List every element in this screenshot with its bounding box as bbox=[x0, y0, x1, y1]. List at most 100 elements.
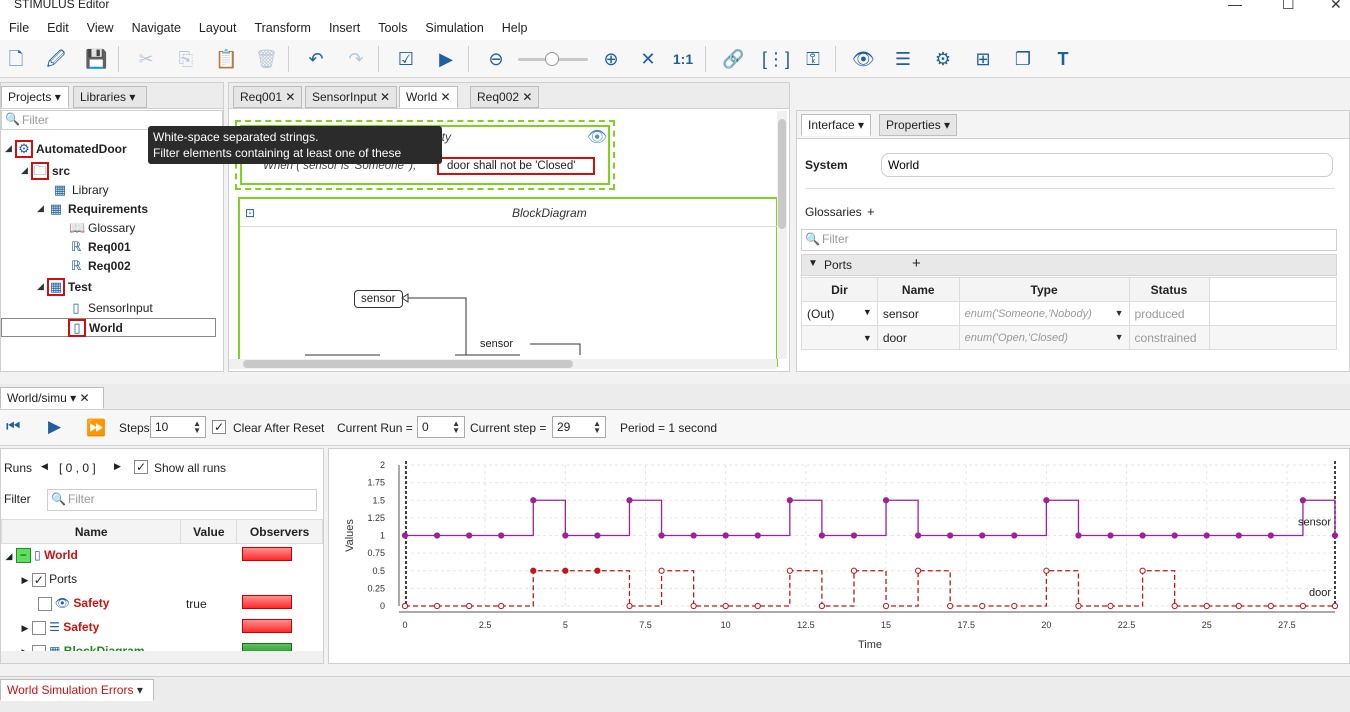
eye-icon: 👁 bbox=[587, 129, 608, 146]
editor-hscroll[interactable] bbox=[229, 359, 777, 369]
menu-file[interactable]: File bbox=[0, 21, 38, 35]
col-name[interactable]: Name bbox=[0, 519, 182, 544]
menu-transform[interactable]: Transform bbox=[245, 21, 320, 35]
tree-item-library[interactable]: ▦ Library bbox=[53, 180, 109, 199]
tree-item-automateddoor[interactable]: ◢ ⚙ AutomatedDoor bbox=[5, 139, 127, 158]
save-icon[interactable]: 💾 bbox=[85, 48, 107, 70]
list-icon[interactable]: ☰ bbox=[892, 48, 914, 70]
copy-icon[interactable]: ⎘ bbox=[175, 48, 197, 70]
tree-item-sensorinput[interactable]: ▯ SensorInput bbox=[69, 298, 152, 317]
next-run-icon[interactable]: ▶ bbox=[114, 461, 121, 472]
add-glossary-icon[interactable]: + bbox=[867, 204, 875, 219]
cut-icon[interactable]: ✂ bbox=[135, 48, 157, 70]
add-port-icon[interactable]: + bbox=[912, 255, 921, 272]
text-icon[interactable]: T bbox=[1052, 48, 1074, 70]
table-row[interactable]: ▼ door enum('Open,'Closed) ▼ constrained bbox=[801, 325, 1337, 350]
interface-filter-input[interactable]: 🔍 Filter bbox=[801, 229, 1337, 251]
tree-item-test[interactable]: ◢ ▦ Test bbox=[37, 277, 92, 296]
menu-edit[interactable]: Edit bbox=[38, 21, 78, 35]
tab-req001[interactable]: Req001 ✕ bbox=[233, 86, 303, 108]
zoom-slider-handle[interactable] bbox=[545, 52, 559, 66]
zoom-reset-button[interactable]: 1:1 bbox=[672, 48, 694, 70]
data-point bbox=[754, 602, 761, 610]
link-icon[interactable]: 🔗 bbox=[722, 48, 744, 70]
graph-icon[interactable]: ⚙ bbox=[932, 48, 954, 70]
tab-properties[interactable]: Properties ▾ bbox=[879, 114, 958, 136]
tree-item-req001[interactable]: ℝ Req001 bbox=[69, 237, 131, 256]
play-icon[interactable]: ▶ bbox=[48, 417, 61, 437]
fit-icon[interactable]: ✕ bbox=[637, 48, 659, 70]
tab-projects[interactable]: Projects ▾ bbox=[1, 86, 69, 108]
zoom-out-icon[interactable]: ⊖ bbox=[485, 48, 507, 70]
menu-help[interactable]: Help bbox=[493, 21, 537, 35]
step-forward-icon[interactable]: ⏩ bbox=[86, 418, 106, 438]
current-step-input[interactable]: 29 ▲ ▼ bbox=[552, 416, 606, 438]
tab-req002[interactable]: Req002 ✕ bbox=[470, 86, 540, 108]
tab-libraries[interactable]: Libraries ▾ bbox=[73, 86, 147, 108]
tree-item-req002[interactable]: ℝ Req002 bbox=[69, 256, 131, 275]
block-diagram[interactable]: ⊡ BlockDiagram sensor sensor bbox=[238, 197, 778, 367]
reset-icon[interactable]: ⏮ bbox=[6, 418, 20, 436]
col-value[interactable]: Value bbox=[180, 519, 238, 544]
redo-icon[interactable]: ↷ bbox=[345, 48, 367, 70]
tab-world-simulation-errors[interactable]: World Simulation Errors ▾ bbox=[0, 679, 154, 701]
table-row[interactable]: 👁 Safety true bbox=[2, 592, 323, 616]
data-point bbox=[754, 532, 761, 539]
undo-icon[interactable]: ↶ bbox=[305, 48, 327, 70]
col-observers[interactable]: Observers bbox=[236, 519, 323, 544]
close-icon[interactable]: ✕ bbox=[1330, 0, 1342, 13]
tree-item-src[interactable]: ◢ 🗀 src bbox=[21, 161, 70, 180]
paste-icon[interactable]: 📋 bbox=[215, 48, 237, 70]
eye-icon[interactable]: 👁 bbox=[852, 48, 875, 70]
bracket-icon[interactable]: [⋮] bbox=[762, 48, 790, 70]
sim-controls: ⏮ ▶ ⏩ Steps 10 ▲ ▼ ✓ Clear After Reset Cur… bbox=[0, 410, 1350, 446]
table-row[interactable]: ▶ ☰ Safety bbox=[2, 616, 323, 640]
steps-input[interactable]: 10 ▲ ▼ bbox=[150, 416, 206, 438]
minimize-icon[interactable]: — bbox=[1228, 0, 1242, 12]
delete-icon[interactable]: 🗑 bbox=[255, 48, 278, 70]
maximize-icon[interactable]: ☐ bbox=[1282, 0, 1295, 13]
col-dir[interactable]: Dir bbox=[801, 277, 878, 302]
menu-tools[interactable]: Tools bbox=[369, 21, 416, 35]
data-point bbox=[850, 532, 858, 539]
copy-block-icon[interactable]: ❐ bbox=[1012, 48, 1034, 70]
tab-sensorinput[interactable]: SensorInput ✕ bbox=[305, 86, 398, 108]
current-run-input[interactable]: 0 ▲ ▼ bbox=[417, 416, 465, 438]
col-type[interactable]: Type bbox=[958, 277, 1130, 302]
table-row[interactable]: ▶ ✓ Ports bbox=[2, 568, 323, 592]
open-icon[interactable]: 🖉 bbox=[45, 48, 67, 70]
runs-hscroll[interactable] bbox=[1, 651, 323, 663]
col-name[interactable]: Name bbox=[876, 277, 960, 302]
zoom-in-icon[interactable]: ⊕ bbox=[600, 48, 622, 70]
data-point bbox=[498, 532, 505, 539]
tree-item-requirements[interactable]: ◢ ▦ Requirements bbox=[37, 199, 148, 218]
tree-item-glossary[interactable]: 📖 Glossary bbox=[69, 218, 135, 237]
tab-interface[interactable]: Interface ▾ bbox=[801, 114, 872, 136]
clear-after-reset-checkbox[interactable]: ✓ bbox=[212, 420, 226, 434]
prev-run-icon[interactable]: ◀ bbox=[41, 461, 48, 472]
tab-world[interactable]: World ✕ bbox=[399, 86, 458, 108]
new-file-icon[interactable]: 🗋 bbox=[5, 48, 27, 70]
col-status[interactable]: Status bbox=[1128, 277, 1210, 302]
ports-section[interactable]: ▼ Ports + bbox=[801, 254, 1337, 276]
table-row[interactable]: ◢ − ▯ World bbox=[2, 544, 323, 568]
menu-view[interactable]: View bbox=[78, 21, 123, 35]
menu-layout[interactable]: Layout bbox=[190, 21, 246, 35]
key-icon[interactable]: ⚿ bbox=[802, 48, 824, 70]
tree-item-world[interactable]: ▯ World bbox=[1, 318, 216, 337]
runs-filter-input[interactable]: 🔍 Filter bbox=[47, 489, 317, 511]
system-input[interactable] bbox=[881, 153, 1333, 177]
menu-insert[interactable]: Insert bbox=[320, 21, 369, 35]
menu-simulation[interactable]: Simulation bbox=[416, 21, 492, 35]
editor-vscroll[interactable] bbox=[777, 111, 787, 359]
simulate-icon[interactable]: ▶ bbox=[435, 48, 457, 70]
menu-navigate[interactable]: Navigate bbox=[123, 21, 190, 35]
y-tick-label: 1.25 bbox=[367, 513, 385, 523]
check-icon[interactable]: ☑ bbox=[395, 48, 417, 70]
data-point bbox=[658, 567, 665, 574]
show-all-runs-checkbox[interactable]: ✓ bbox=[134, 460, 148, 474]
table-row[interactable]: (Out) ▼ sensor enum('Someone,'Nobody) ▼ pr… bbox=[801, 301, 1337, 326]
block-icon[interactable]: ⊞ bbox=[972, 48, 994, 70]
tab-world-simu[interactable]: World/simu ▾ ✕ bbox=[0, 387, 104, 409]
requirement-box[interactable]: door shall not be 'Closed' bbox=[437, 157, 595, 175]
